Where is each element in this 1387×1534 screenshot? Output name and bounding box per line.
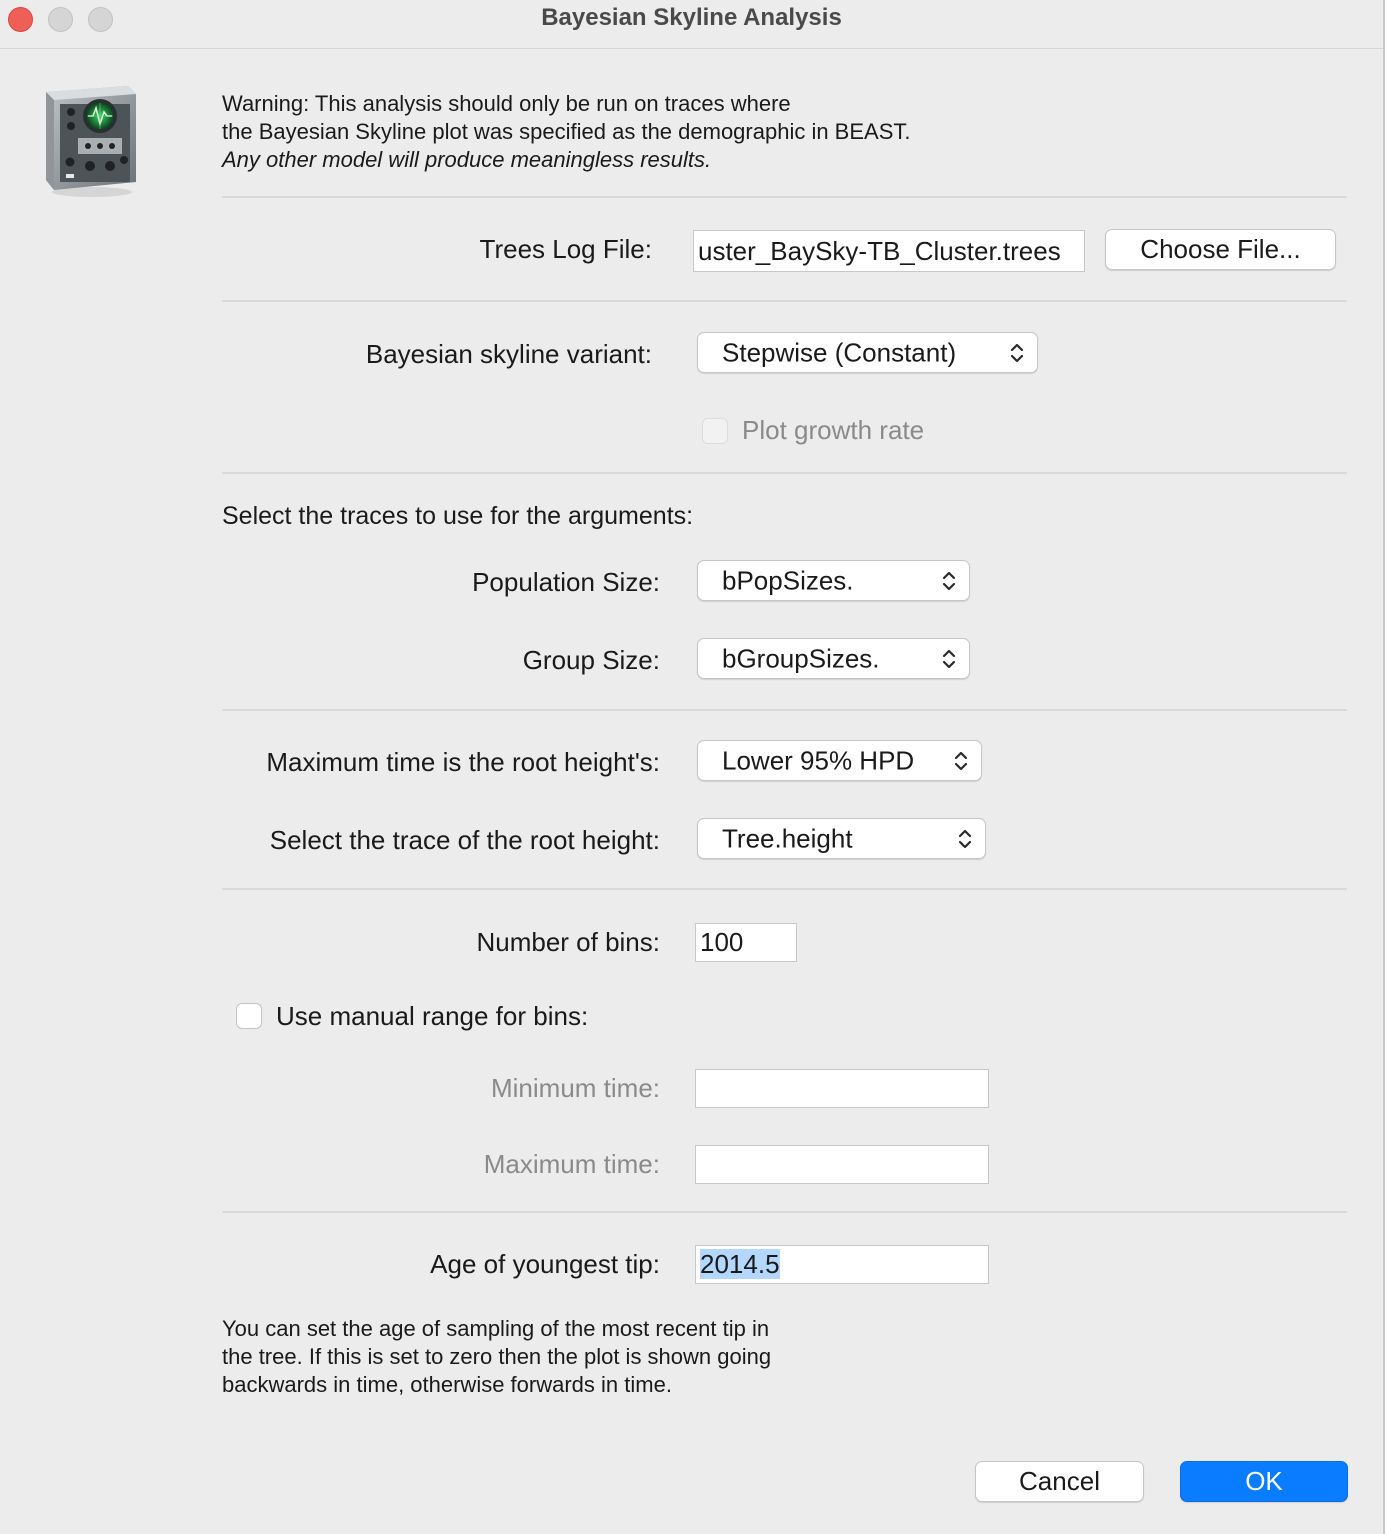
chevron-updown-icon <box>954 751 968 770</box>
youngest-tip-field[interactable]: 2014.5 <box>695 1245 989 1284</box>
help-line-3: backwards in time, otherwise forwards in… <box>222 1372 672 1397</box>
separator <box>222 472 1347 474</box>
warning-message: Warning: This analysis should only be ru… <box>222 90 911 174</box>
root-height-trace-label: Select the trace of the root height: <box>269 825 660 855</box>
chevron-updown-icon <box>958 829 972 848</box>
chevron-updown-icon <box>942 649 956 668</box>
chevron-updown-icon <box>1010 343 1024 362</box>
help-line-1: You can set the age of sampling of the m… <box>222 1316 770 1341</box>
plot-growth-rate-label: Plot growth rate <box>742 415 925 445</box>
help-line-2: the tree. If this is set to zero then th… <box>222 1344 772 1369</box>
oscilloscope-icon <box>46 86 136 197</box>
maximum-time-label: Maximum time: <box>483 1149 660 1179</box>
max-time-label: Maximum time is the root height's: <box>266 747 660 777</box>
max-time-select[interactable]: Lower 95% HPD <box>697 740 982 781</box>
skyline-variant-label: Bayesian skyline variant: <box>365 339 652 369</box>
max-time-value: Lower 95% HPD <box>722 745 915 775</box>
warning-line-1: Warning: This analysis should only be ru… <box>222 91 791 116</box>
warning-line-3: Any other model will produce meaningless… <box>222 147 712 172</box>
population-size-select[interactable]: bPopSizes. <box>697 560 970 601</box>
group-size-select[interactable]: bGroupSizes. <box>697 638 970 679</box>
skyline-variant-value: Stepwise (Constant) <box>722 337 957 367</box>
cancel-button[interactable]: Cancel <box>975 1461 1144 1502</box>
manual-range-checkbox[interactable] <box>236 1003 262 1029</box>
separator <box>222 1211 1347 1213</box>
warning-line-2: the Bayesian Skyline plot was specified … <box>222 119 911 144</box>
number-of-bins-label: Number of bins: <box>476 927 660 957</box>
maximum-time-field[interactable] <box>695 1145 989 1184</box>
group-size-value: bGroupSizes. <box>722 643 880 673</box>
youngest-tip-help: You can set the age of sampling of the m… <box>222 1315 862 1399</box>
population-size-label: Population Size: <box>472 567 660 597</box>
traces-heading: Select the traces to use for the argumen… <box>222 502 694 530</box>
youngest-tip-label: Age of youngest tip: <box>430 1249 660 1279</box>
root-height-trace-select[interactable]: Tree.height <box>697 818 986 859</box>
group-size-label: Group Size: <box>522 645 660 675</box>
population-size-value: bPopSizes. <box>722 565 854 595</box>
separator <box>222 709 1347 711</box>
separator <box>222 300 1347 302</box>
youngest-tip-value: 2014.5 <box>700 1249 780 1279</box>
minimum-time-label: Minimum time: <box>490 1073 660 1103</box>
skyline-variant-select[interactable]: Stepwise (Constant) <box>697 332 1038 373</box>
dialog-window: Bayesian Skyline Analysis Warning: This … <box>0 0 1385 1534</box>
chevron-updown-icon <box>942 571 956 590</box>
ok-button[interactable]: OK <box>1180 1461 1348 1502</box>
window-title: Bayesian Skyline Analysis <box>541 4 842 31</box>
number-of-bins-field[interactable]: 100 <box>695 923 797 962</box>
minimum-time-field[interactable] <box>695 1069 989 1108</box>
trees-log-file-label: Trees Log File: <box>479 234 652 264</box>
root-height-trace-value: Tree.height <box>722 823 853 853</box>
separator <box>222 888 1347 890</box>
separator <box>222 196 1347 198</box>
trees-log-file-field[interactable]: uster_BaySky-TB_Cluster.trees <box>693 230 1085 272</box>
choose-file-button[interactable]: Choose File... <box>1105 229 1336 270</box>
manual-range-label: Use manual range for bins: <box>276 1001 589 1031</box>
title-bar: Bayesian Skyline Analysis <box>0 0 1383 49</box>
plot-growth-rate-checkbox[interactable] <box>702 418 728 444</box>
